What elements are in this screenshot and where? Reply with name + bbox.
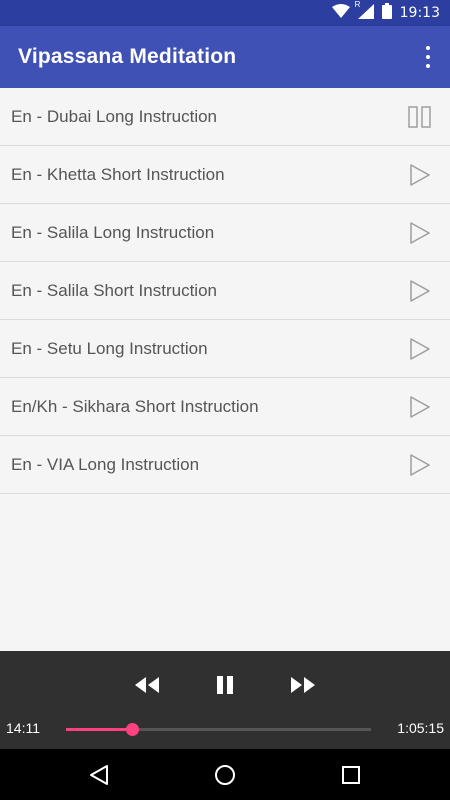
media-player: 14:11 1:05:15	[0, 651, 450, 749]
track-label: En/Kh - Sikhara Short Instruction	[11, 396, 259, 416]
navigation-bar	[0, 749, 450, 800]
track-list: En - Dubai Long Instruction En - Khetta …	[0, 88, 450, 494]
play-icon[interactable]	[408, 163, 432, 187]
track-label: En - VIA Long Instruction	[11, 454, 200, 474]
track-label: En - Khetta Short Instruction	[11, 164, 225, 184]
pause-icon[interactable]	[210, 671, 240, 699]
wifi-icon	[331, 4, 350, 22]
play-icon[interactable]	[408, 453, 432, 477]
recents-icon[interactable]	[338, 762, 364, 788]
app-title: Vipassana Meditation	[18, 45, 237, 68]
player-controls	[0, 671, 450, 699]
signal-icon: R	[355, 0, 374, 23]
total-time: 1:05:15	[397, 720, 444, 736]
play-icon[interactable]	[408, 279, 432, 303]
pause-icon[interactable]	[408, 105, 432, 129]
status-bar: R 19:13	[0, 0, 450, 26]
current-time: 14:11	[6, 720, 40, 736]
play-icon[interactable]	[408, 337, 432, 361]
list-item[interactable]: En - VIA Long Instruction	[0, 436, 450, 494]
list-item[interactable]: En - Setu Long Instruction	[0, 320, 450, 378]
seek-bar[interactable]	[66, 723, 371, 736]
track-label: En - Dubai Long Instruction	[11, 106, 218, 126]
status-time: 19:13	[399, 5, 440, 21]
play-icon[interactable]	[408, 221, 432, 245]
list-item[interactable]: En - Khetta Short Instruction	[0, 146, 450, 204]
home-icon[interactable]	[212, 762, 238, 788]
seek-progress	[66, 728, 133, 731]
back-icon[interactable]	[86, 762, 112, 788]
battery-icon	[381, 3, 392, 23]
play-icon[interactable]	[408, 395, 432, 419]
roaming-indicator: R	[354, 0, 361, 9]
track-label: En - Salila Long Instruction	[11, 222, 215, 242]
list-item[interactable]: En/Kh - Sikhara Short Instruction	[0, 378, 450, 436]
seek-thumb[interactable]	[126, 723, 140, 736]
fast-forward-icon[interactable]	[288, 671, 318, 699]
list-item[interactable]: En - Salila Short Instruction	[0, 262, 450, 320]
rewind-icon[interactable]	[132, 671, 162, 699]
app-bar: Vipassana Meditation	[0, 26, 450, 88]
track-label: En - Setu Long Instruction	[11, 338, 208, 358]
track-label: En - Salila Short Instruction	[11, 280, 217, 300]
list-item[interactable]: En - Dubai Long Instruction	[0, 88, 450, 146]
more-vert-icon[interactable]	[420, 46, 436, 68]
list-item[interactable]: En - Salila Long Instruction	[0, 204, 450, 262]
